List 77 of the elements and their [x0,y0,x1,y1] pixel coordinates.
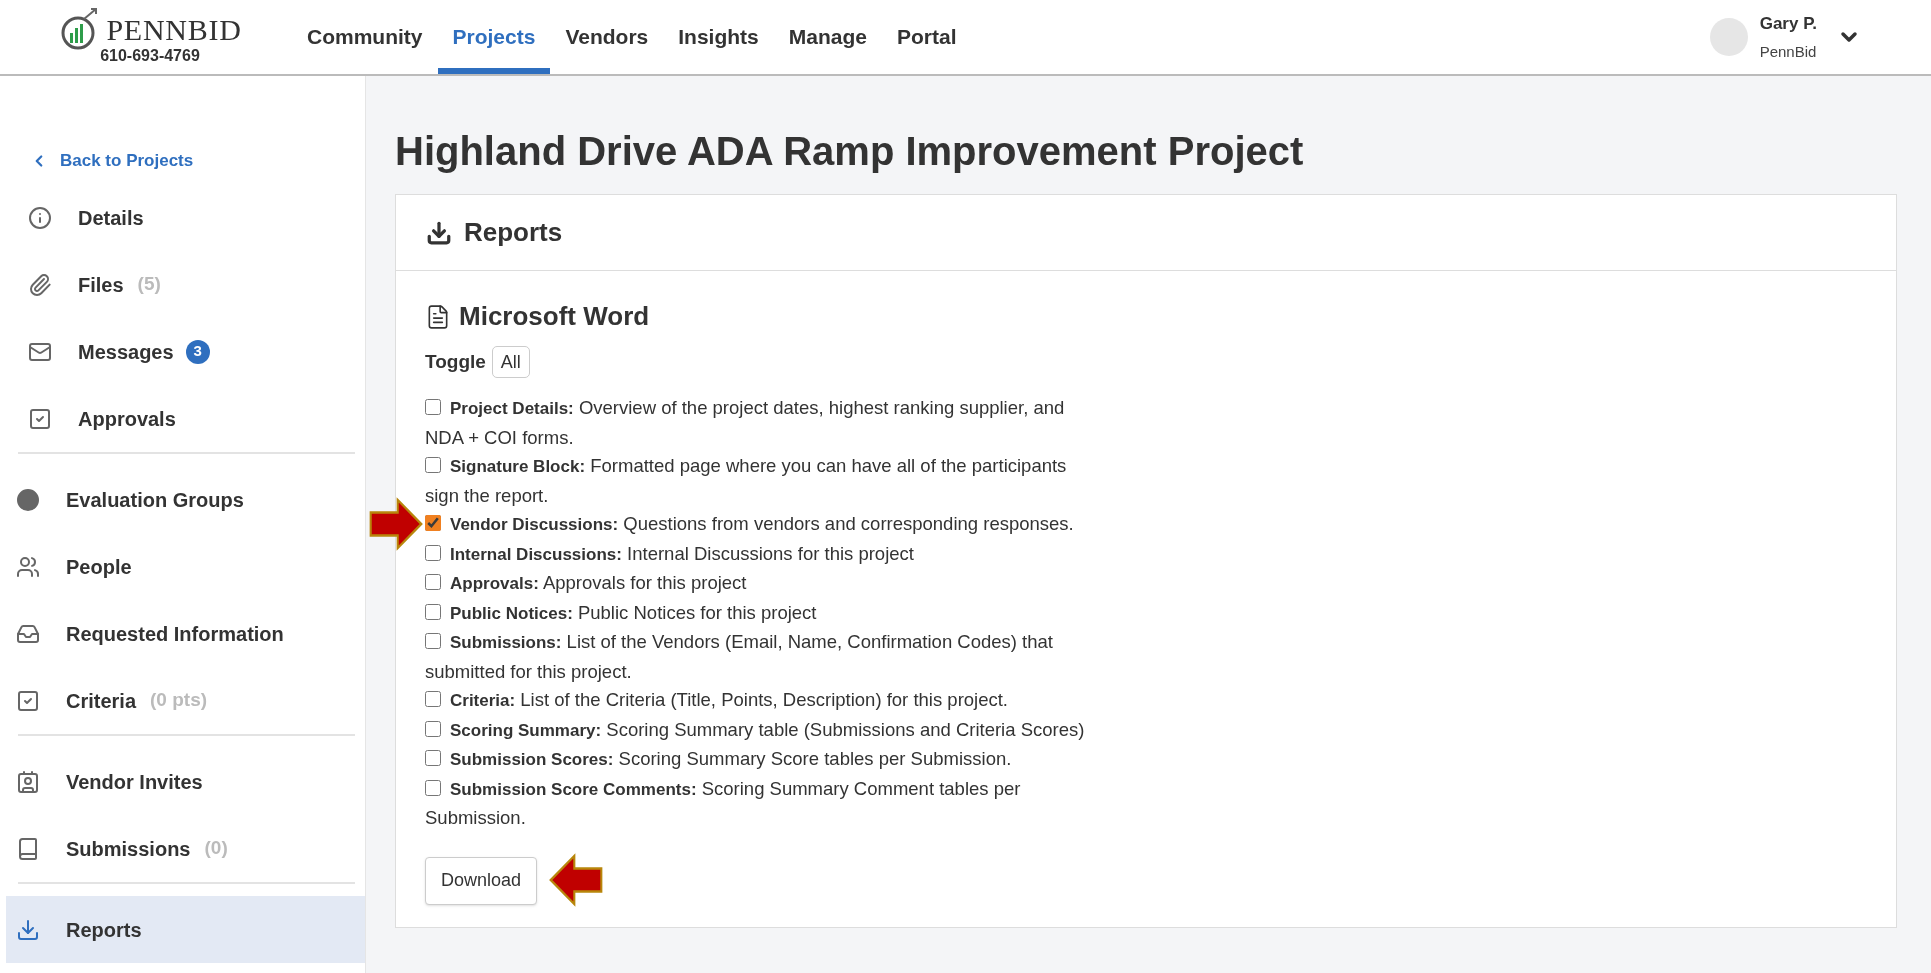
sidebar-label: Approvals [78,406,176,432]
report-option[interactable]: Approvals: Approvals for this project [425,569,747,599]
sidebar-label: Vendor Invites [66,769,203,795]
nav-tab[interactable]: Portal [881,0,972,74]
book-icon [16,836,40,861]
phone-number: 610-693-4769 [100,45,200,66]
user-org: PennBid [1759,41,1817,62]
report-option[interactable]: Internal Discussions: Internal Discussions for this project [425,539,914,569]
pointer-arrow [549,852,604,907]
option-checkbox[interactable] [425,633,441,649]
report-option[interactable]: Submission Score Comments: Scoring Summary Comment tables per Submission. [425,774,1105,833]
option-checkbox[interactable] [425,750,441,766]
avatar [1709,18,1748,56]
contact-card-icon [16,769,40,794]
download-button[interactable]: Download [425,856,538,905]
option-checkbox[interactable] [425,603,441,620]
sidebar-item[interactable]: People [6,533,365,600]
report-option[interactable]: Submissions: List of the Vendors (Email, Name, Confirmation Codes) that submitted for this project. [425,628,1105,686]
nav-tab[interactable]: Insights [663,0,774,74]
sidebar-item[interactable]: Criteria (0 pts) [6,667,365,734]
download-icon [426,219,452,246]
report-option[interactable]: Scoring Summary: Scoring Summary table (Submissions and Criteria Scores) [425,715,1085,745]
option-checkbox[interactable] [425,574,441,590]
sidebar-item[interactable]: Requested Information [6,600,365,667]
sidebar-label: Messages [78,339,174,365]
report-option[interactable]: Signature Block: Formatted page where you can have all of the participants sign the report. [425,452,1105,510]
sidebar-label: Files [78,272,124,298]
option-checkbox[interactable] [425,515,441,531]
checkbox-icon [28,406,52,431]
report-option[interactable]: Vendor Discussions: Questions from vendors and corresponding responses. [425,510,1074,540]
info-icon [28,205,52,230]
section-title: Microsoft Word [459,300,650,333]
sidebar-label: People [66,554,132,580]
checkbox-icon [16,688,40,713]
nav-tab[interactable]: Manage [773,0,882,74]
paperclip-icon [28,272,52,297]
sidebar-label: Submissions [66,836,191,862]
item-count: (0 pts) [150,688,208,713]
nav-tab[interactable]: Community [292,0,438,74]
option-checkbox[interactable] [425,779,441,796]
toggle-all-button[interactable]: All [491,346,530,378]
pointer-arrow [369,497,423,551]
sidebar-item[interactable]: Submissions (0) [6,815,365,882]
sidebar-item[interactable]: Files (5) [6,251,365,318]
report-option[interactable]: Public Notices: Public Notices for this project [425,598,817,628]
option-checkbox[interactable] [425,457,441,473]
sidebar-label: Details [78,205,144,231]
option-checkbox[interactable] [425,399,441,415]
item-count: (0) [204,836,228,861]
page-title: Highland Drive ADA Ramp Improvement Project [395,128,1305,175]
sidebar-item[interactable]: Vendor Invites [6,748,365,815]
sidebar-label: Evaluation Groups [66,487,244,513]
sidebar-item[interactable]: Reports [6,896,365,963]
sidebar-item[interactable]: Details [6,184,365,251]
item-count: (5) [137,272,161,297]
sidebar-label: Criteria [66,688,137,714]
back-link[interactable]: Back to Projects [30,146,365,176]
option-checkbox[interactable] [425,691,441,707]
circle-icon [16,487,40,512]
people-icon [16,554,40,579]
sidebar-item[interactable]: Evaluation Groups [6,466,365,533]
card-title: Reports [464,216,563,249]
user-name: Gary P. [1759,13,1817,35]
nav-tab[interactable]: Vendors [550,0,664,74]
logo-text: PENNBID [106,11,242,48]
report-option[interactable]: Criteria: List of the Criteria (Title, Points, Description) for this project. [425,686,1008,716]
sidebar-item[interactable]: Messages 3 [6,318,365,385]
report-option[interactable]: Project Details: Overview of the project dates, highest ranking supplier, and NDA + COI forms. [425,394,1105,452]
count-badge: 3 [185,339,210,364]
option-checkbox[interactable] [425,720,441,737]
report-option[interactable]: Submission Scores: Scoring Summary Score tables per Submission. [425,745,1012,775]
download-icon [16,917,40,942]
sidebar-item[interactable]: Approvals [6,385,365,452]
sidebar-label: Reports [66,917,142,943]
sidebar-label: Requested Information [66,621,284,647]
toggle-label: Toggle [425,349,486,374]
option-checkbox[interactable] [425,544,441,561]
